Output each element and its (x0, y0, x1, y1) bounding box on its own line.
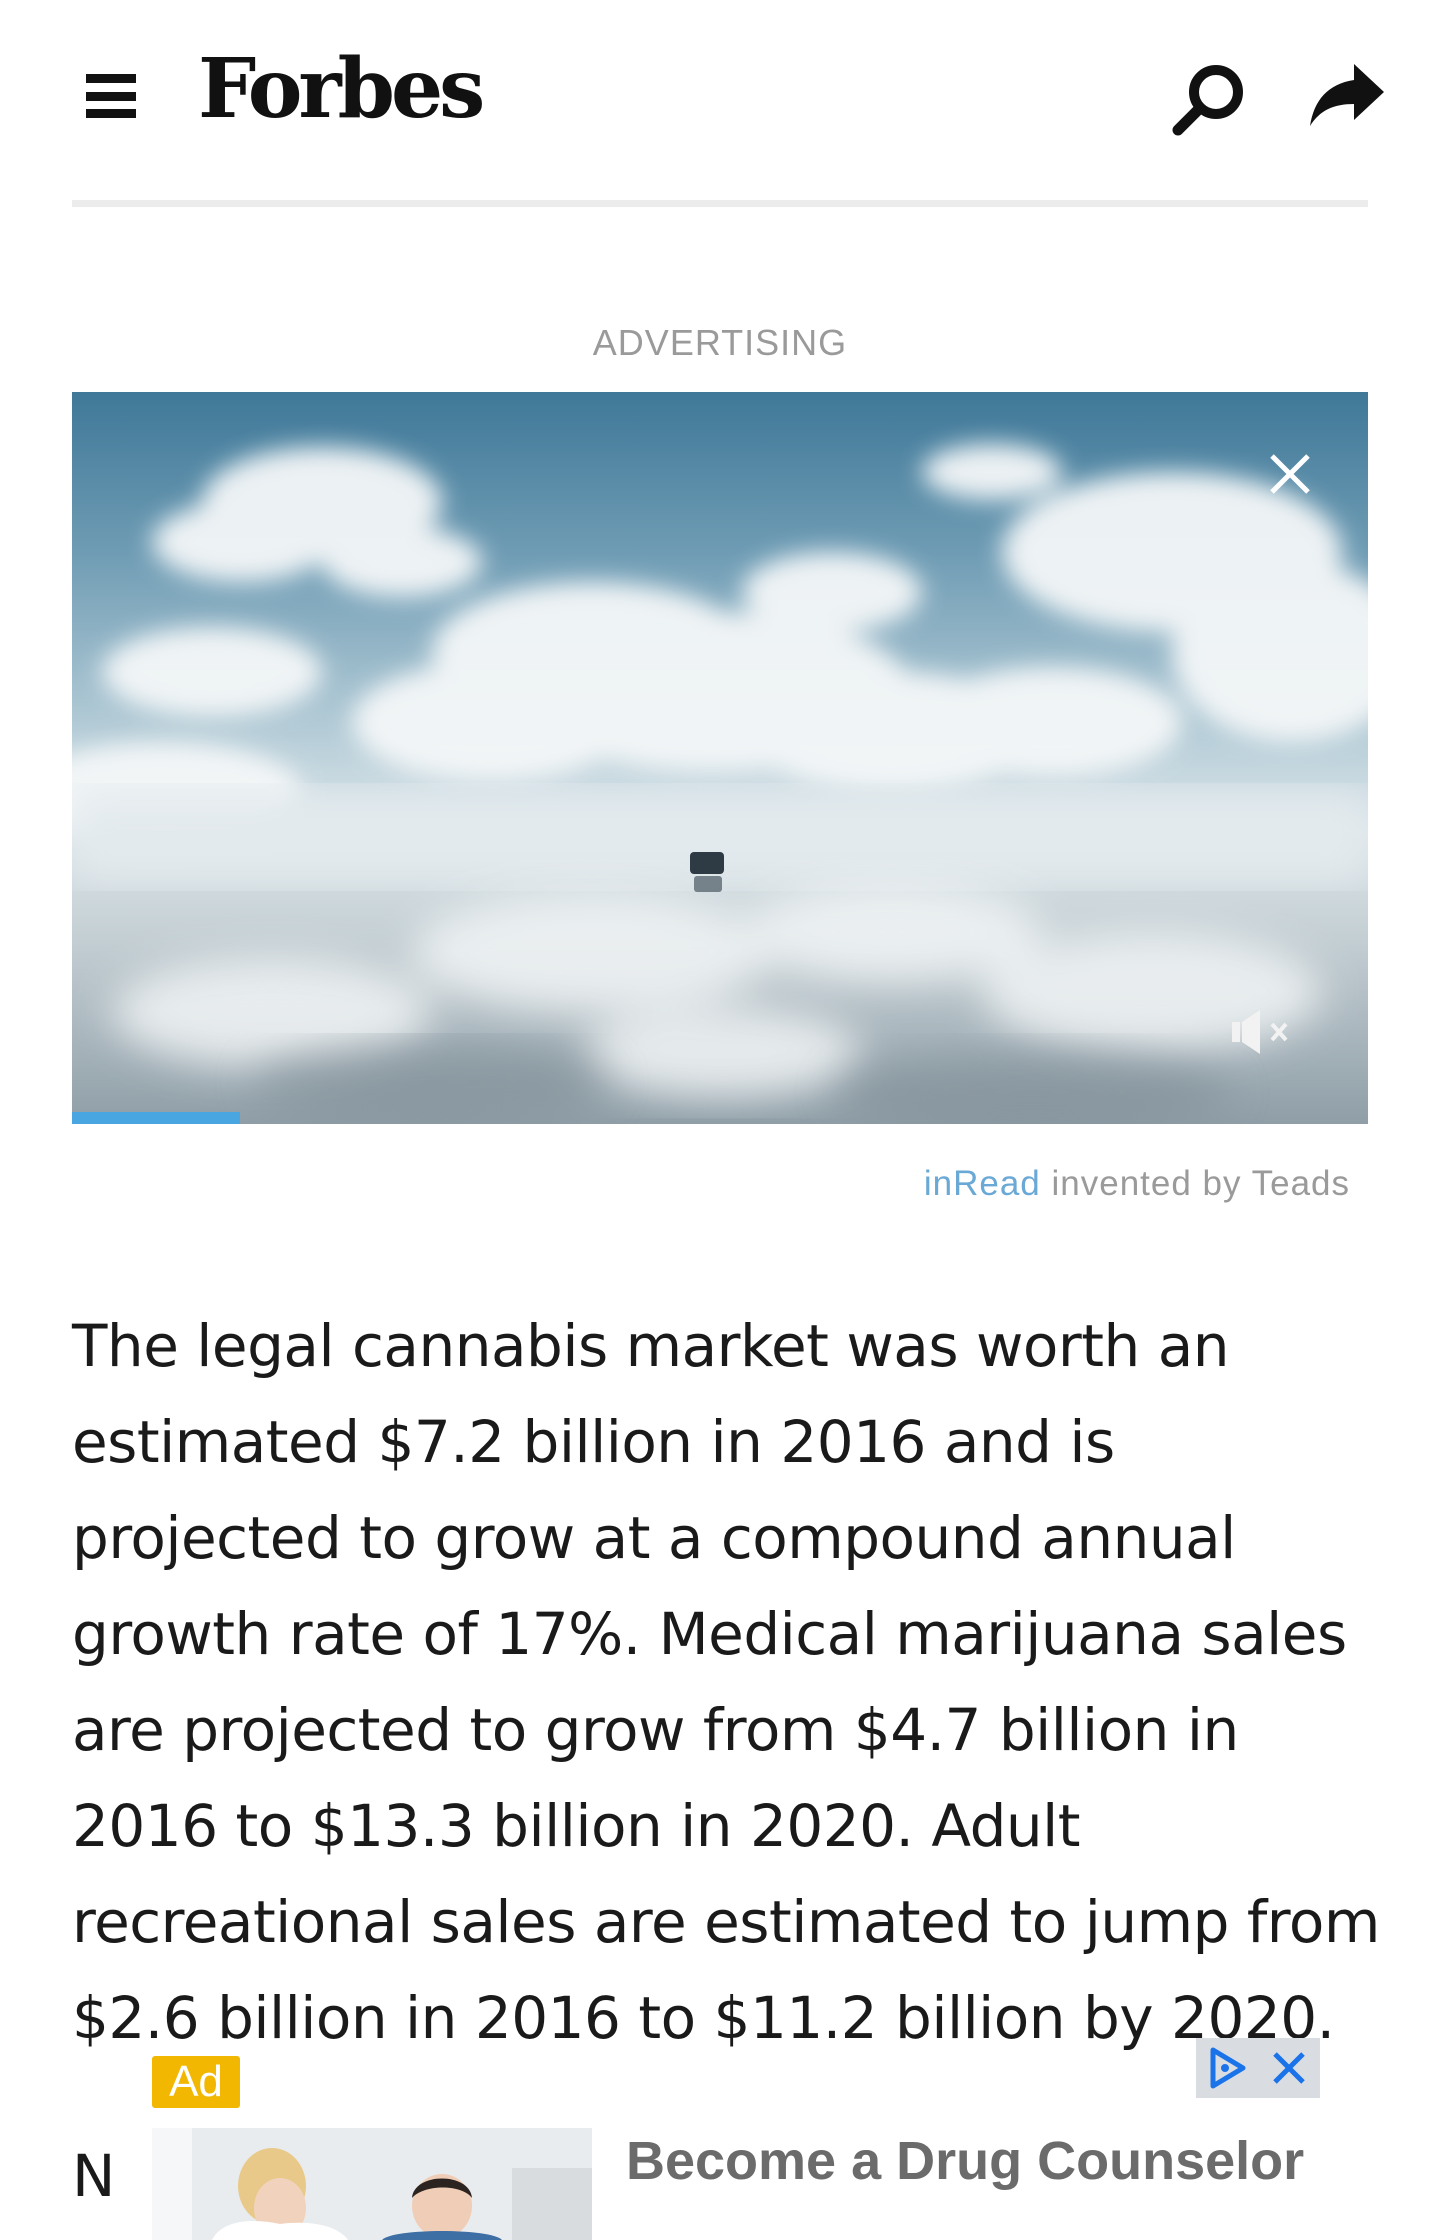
share-icon[interactable] (1306, 60, 1386, 130)
search-icon[interactable] (1170, 60, 1248, 138)
article-paragraph: The legal cannabis market was worth an e… (72, 1312, 1380, 2052)
muted-speaker-icon[interactable] (1228, 1004, 1300, 1060)
page: Forbes ADVERTISING inRead invented by Te… (0, 0, 1440, 2240)
adchoices-icon[interactable] (1196, 2038, 1258, 2098)
forbes-logo[interactable]: Forbes (198, 48, 485, 130)
inread-brand-link[interactable]: inRead (924, 1164, 1041, 1203)
ad-thumbnail-image[interactable] (152, 2128, 592, 2240)
advertising-label: ADVERTISING (592, 322, 848, 363)
ad-headline-link[interactable]: Become a Drug Counselor (626, 2130, 1304, 2192)
adchoices-bar (1196, 2038, 1320, 2098)
video-progress-bar (72, 1112, 241, 1124)
inread-attribution-text: invented by Teads (1040, 1164, 1350, 1203)
hamburger-menu-icon[interactable] (86, 74, 136, 118)
top-nav-bar: Forbes (0, 0, 1440, 200)
ad-badge: Ad (152, 2056, 240, 2108)
native-ad-unit[interactable]: Ad N Become a Drug Counselor (0, 2030, 1440, 2240)
truncated-article-text: N (72, 2142, 116, 2210)
video-ad-scene (72, 444, 1368, 1124)
header-divider (72, 200, 1368, 207)
ad-close-icon[interactable] (1258, 2038, 1320, 2098)
video-ad[interactable] (72, 392, 1368, 1124)
close-icon[interactable] (1260, 444, 1320, 504)
inread-attribution: inRead invented by Teads (924, 1164, 1350, 1204)
